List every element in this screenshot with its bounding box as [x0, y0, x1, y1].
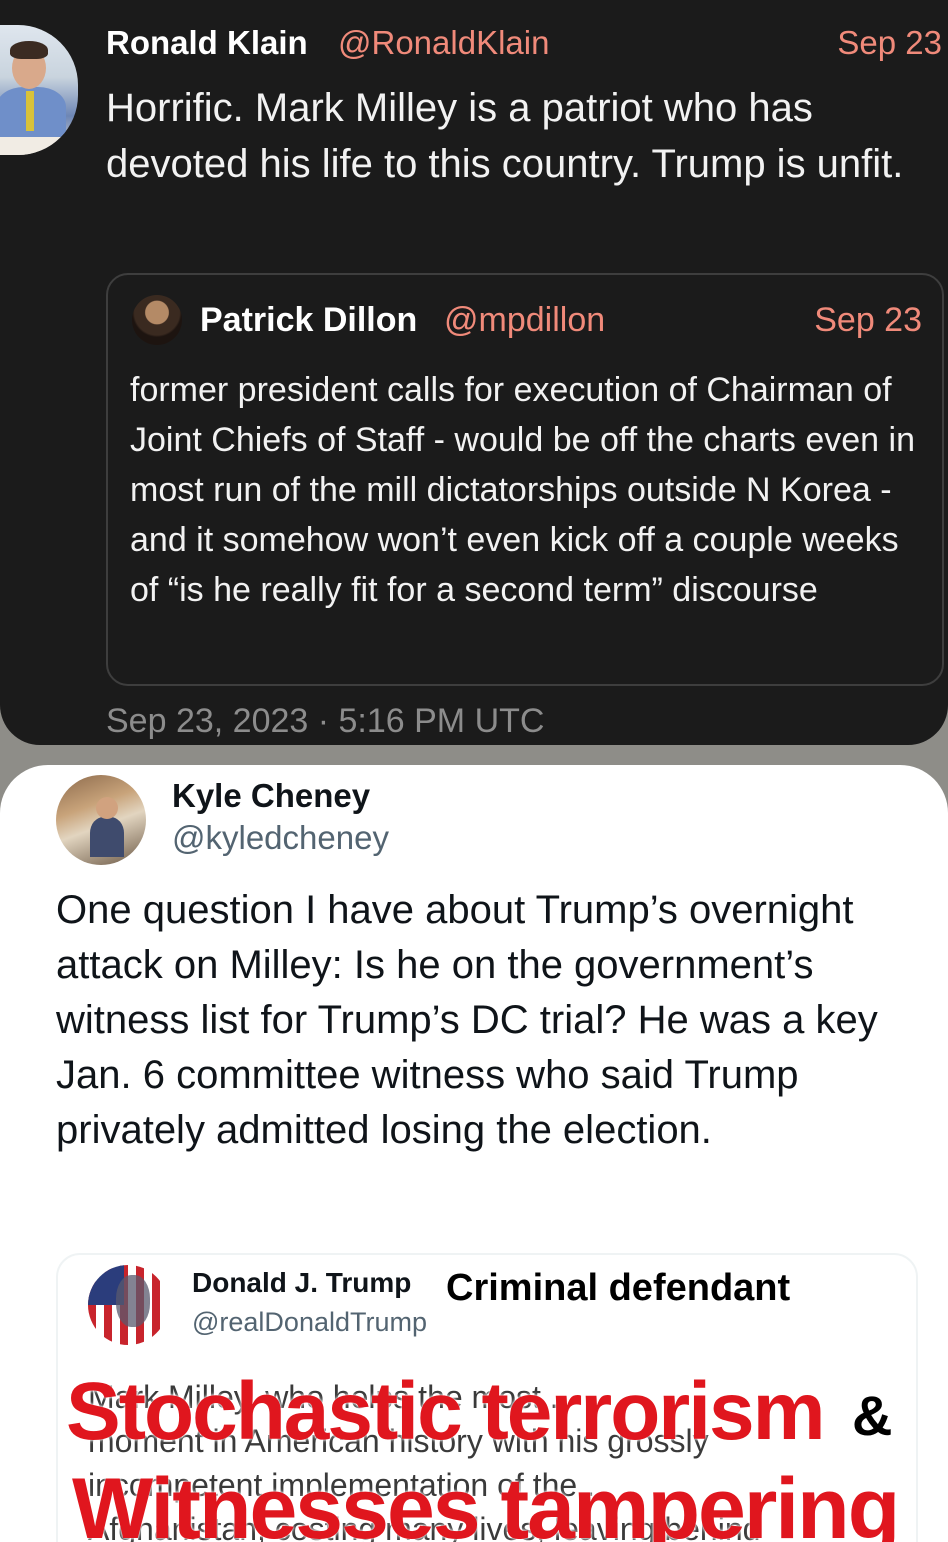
trump-name[interactable]: Donald J. Trump	[192, 1267, 411, 1299]
klain-tweet-text: Horrific. Mark Milley is a patriot who h…	[106, 86, 904, 186]
avatar-head-shape	[96, 797, 118, 819]
dillon-date[interactable]: Sep 23	[814, 301, 922, 340]
dillon-quote-text: former president calls for execution of …	[130, 371, 915, 609]
cheney-tweet-card: Kyle Cheney @kyledcheney One question I …	[0, 765, 948, 1542]
klain-avatar[interactable]	[0, 25, 78, 155]
overlay-ampersand: &	[852, 1384, 893, 1447]
overlay-stochastic-terrorism: Stochastic terrorism	[66, 1366, 825, 1457]
avatar-body-shape	[90, 817, 124, 857]
klain-tweet-header: Ronald Klain @RonaldKlain Sep 23	[106, 24, 942, 64]
cheney-tweet-text: One question I have about Trump’s overni…	[56, 888, 878, 1152]
klain-date[interactable]: Sep 23	[837, 24, 942, 62]
trump-handle[interactable]: @realDonaldTrump	[192, 1307, 427, 1338]
overlay-witnesses-tampering: Witnesses tampering	[72, 1461, 900, 1542]
trump-avatar[interactable]	[88, 1265, 168, 1345]
avatar-head-shape	[116, 1275, 150, 1327]
dillon-quote-tweet[interactable]: Patrick Dillon @mpdillon Sep 23 former p…	[106, 273, 944, 686]
criminal-defendant-label: Criminal defendant	[440, 1267, 797, 1310]
dillon-name[interactable]: Patrick Dillon	[200, 301, 417, 340]
avatar-hair-shape	[10, 41, 48, 59]
klain-name[interactable]: Ronald Klain	[106, 24, 308, 62]
dillon-handle[interactable]: @mpdillon	[444, 301, 605, 340]
cheney-handle[interactable]: @kyledcheney	[172, 819, 389, 857]
klain-handle[interactable]: @RonaldKlain	[338, 24, 549, 62]
avatar-tie-shape	[26, 91, 34, 131]
dillon-avatar[interactable]	[132, 295, 182, 345]
klain-tweet-card: Ronald Klain @RonaldKlain Sep 23 Horrifi…	[0, 0, 948, 745]
cheney-avatar[interactable]	[56, 775, 146, 865]
cheney-name[interactable]: Kyle Cheney	[172, 777, 370, 815]
avatar-desk-shape	[0, 137, 78, 155]
klain-tweet-timestamp[interactable]: Sep 23, 2023 · 5:16 PM UTC	[106, 702, 544, 741]
